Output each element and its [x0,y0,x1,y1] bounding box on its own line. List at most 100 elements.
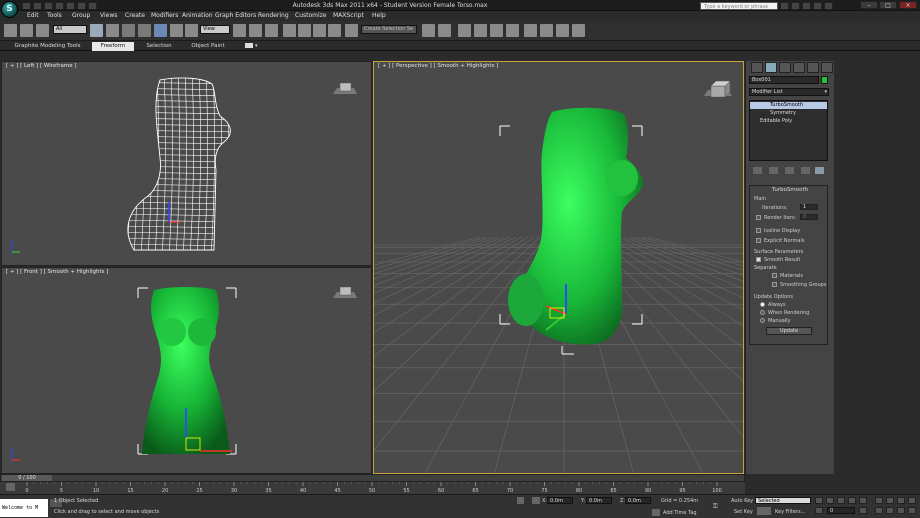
menu-animation[interactable]: Animation [182,11,213,21]
time-slider-thumb[interactable]: 0 / 100 [2,475,52,481]
modify-tab-icon[interactable] [765,62,777,73]
update-button[interactable]: Update [766,327,812,335]
auto-key-button[interactable]: Auto Key [731,498,753,504]
x-coordinate-field[interactable]: 0.0m [547,497,573,504]
snaps-toggle-icon[interactable] [283,24,296,37]
menu-customize[interactable]: Customize [295,11,327,21]
graphite-toggle-icon[interactable] [474,24,487,37]
utilities-tab-icon[interactable] [821,62,833,73]
select-and-scale-icon[interactable] [185,24,198,37]
zoom-all-icon[interactable] [886,497,894,504]
viewport-left[interactable]: [ + ] [ Left ] [ Wireframe ] [1,61,372,266]
z-coordinate-field[interactable]: 0.0m [625,497,651,504]
mini-curve-editor-icon[interactable] [6,483,15,491]
render-setup-icon[interactable] [540,24,553,37]
window-crossing-icon[interactable] [138,24,151,37]
menu-group[interactable]: Group [72,11,90,21]
maxscript-listener[interactable]: Welcome to M [0,499,48,517]
keyboard-shortcut-icon[interactable] [265,24,278,37]
play-icon[interactable] [837,497,845,504]
angle-snap-icon[interactable] [298,24,311,37]
manually-radio[interactable] [760,318,765,323]
next-frame-icon[interactable] [848,497,856,504]
unlink-selection-icon[interactable] [36,24,49,37]
communication-center-icon[interactable] [802,2,811,10]
minimize-button[interactable]: – [860,1,878,9]
maximize-viewport-icon[interactable] [908,507,916,514]
select-and-rotate-icon[interactable] [170,24,183,37]
stack-item-symmetry[interactable]: Symmetry [750,110,827,117]
layer-manager-icon[interactable] [458,24,471,37]
smoothing-groups-checkbox[interactable] [772,282,777,287]
menu-tools[interactable]: Tools [47,11,62,21]
percent-snap-icon[interactable] [313,24,326,37]
favorites-star-icon[interactable] [813,2,822,10]
zoom-extents-icon[interactable] [897,497,905,504]
tab-freeform[interactable]: Freeform [92,42,134,51]
menu-maxscript[interactable]: MAXScript [333,11,364,21]
spinner-snap-icon[interactable] [328,24,341,37]
go-to-end-icon[interactable] [859,497,867,504]
select-object-icon[interactable] [90,24,103,37]
key-icon[interactable]: ⚿ [713,503,723,510]
lock-selection-icon[interactable] [517,497,524,504]
pivot-center-icon[interactable] [233,24,246,37]
object-name-field[interactable]: Box001 [749,76,819,84]
open-file-icon[interactable] [33,2,42,10]
object-color-swatch[interactable] [821,76,828,84]
project-folder-icon[interactable] [77,2,86,10]
current-frame-field[interactable]: 0 [827,507,855,514]
curve-editor-icon[interactable] [490,24,503,37]
isoline-display-checkbox[interactable] [756,228,761,233]
always-radio[interactable] [760,302,765,307]
selection-filter-dropdown[interactable]: All [53,25,87,34]
align-icon[interactable] [438,24,451,37]
tab-object-paint[interactable]: Object Paint [185,42,231,51]
material-editor-icon[interactable] [524,24,537,37]
save-file-icon[interactable] [44,2,53,10]
menu-graph-editors[interactable]: Graph Editors [215,11,256,21]
pan-view-icon[interactable] [886,507,894,514]
new-file-icon[interactable] [22,2,31,10]
make-unique-icon[interactable] [785,167,794,174]
select-and-link-icon[interactable] [20,24,33,37]
select-and-move-icon[interactable] [154,24,167,37]
go-to-start-icon[interactable] [815,497,823,504]
create-tab-icon[interactable] [751,62,763,73]
display-tab-icon[interactable] [807,62,819,73]
select-by-name-icon[interactable] [106,24,119,37]
time-configuration-icon[interactable] [859,507,867,514]
menu-help[interactable]: Help [372,11,386,21]
rectangular-selection-icon[interactable] [122,24,135,37]
rendered-frame-window-icon[interactable] [556,24,569,37]
stack-item-turbosmooth[interactable]: TurboSmooth [750,102,827,109]
y-coordinate-field[interactable]: 0.0m [586,497,612,504]
menu-views[interactable]: Views [100,11,117,21]
absolute-mode-icon[interactable] [532,497,540,504]
iterations-spinner[interactable]: 1 [800,204,818,210]
render-iters-checkbox[interactable] [756,215,761,220]
rollout-title[interactable]: TurboSmooth [750,187,830,193]
modifier-list-dropdown[interactable]: Modifier List ▾ [749,88,829,96]
mirror-icon[interactable] [422,24,435,37]
motion-tab-icon[interactable] [793,62,805,73]
undo-icon[interactable] [55,2,64,10]
viewport-front[interactable]: [ + ] [ Front ] [ Smooth + Highlights ] [1,267,372,474]
explicit-normals-checkbox[interactable] [756,238,761,243]
menu-rendering[interactable]: Rendering [258,11,289,21]
stack-item-editable-poly[interactable]: Editable Poly [750,118,827,125]
key-mode-dropdown[interactable]: Selected [755,497,811,504]
zoom-icon[interactable] [875,497,883,504]
named-selection-dropdown[interactable]: Create Selection Se [361,25,417,34]
key-filters-button[interactable]: Key Filters... [775,509,805,515]
show-end-result-icon[interactable] [769,167,778,174]
smooth-result-checkbox[interactable] [756,257,761,262]
select-and-manipulate-icon[interactable] [249,24,262,37]
key-mode-toggle-icon[interactable] [815,507,823,514]
set-key-icon[interactable] [757,507,771,515]
edit-named-selection-icon[interactable] [345,24,358,37]
timeline-ruler[interactable]: 0 5 10 15 20 25 30 35 40 45 50 55 60 65 70 75 80 85 90 95 10… [24,482,744,494]
quick-access-dropdown-icon[interactable] [88,2,97,10]
subscription-icon[interactable] [791,2,800,10]
menu-create[interactable]: Create [125,11,145,21]
